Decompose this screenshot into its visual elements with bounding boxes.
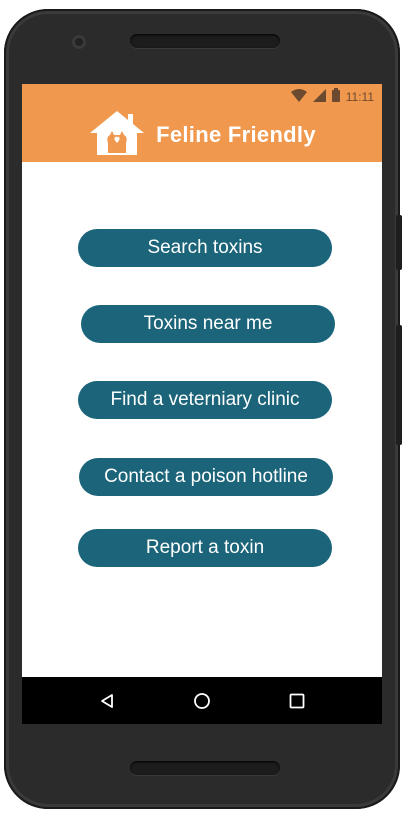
volume-button[interactable]: [396, 325, 402, 445]
back-icon[interactable]: [87, 681, 127, 721]
house-cat-heart-icon: [88, 109, 146, 162]
toxins-near-me-button[interactable]: Toxins near me: [81, 305, 335, 343]
system-nav-bar: [22, 677, 382, 724]
bottom-speaker: [130, 761, 280, 775]
wifi-icon: [290, 88, 307, 105]
contact-poison-hotline-button[interactable]: Contact a poison hotline: [79, 458, 333, 496]
battery-icon: [331, 88, 340, 105]
app-title: Feline Friendly: [156, 122, 316, 147]
signal-icon: [312, 88, 326, 105]
search-toxins-button[interactable]: Search toxins: [78, 229, 332, 267]
earpiece-speaker: [130, 34, 280, 48]
status-bar: 11:11: [22, 84, 382, 108]
main-menu: Search toxins Toxins near me Find a vete…: [22, 162, 382, 676]
home-icon[interactable]: [182, 681, 222, 721]
app-screen: 11:11 Feline Friendly Search toxins Toxi…: [22, 84, 382, 724]
report-toxin-button[interactable]: Report a toxin: [78, 529, 332, 567]
find-vet-clinic-button[interactable]: Find a veterniary clinic: [78, 381, 332, 419]
status-time: 11:11: [345, 89, 374, 104]
app-header: Feline Friendly: [22, 108, 382, 162]
front-camera: [72, 35, 86, 49]
recents-icon[interactable]: [277, 681, 317, 721]
app-logo: Feline Friendly: [88, 109, 316, 162]
power-button[interactable]: [396, 215, 402, 270]
